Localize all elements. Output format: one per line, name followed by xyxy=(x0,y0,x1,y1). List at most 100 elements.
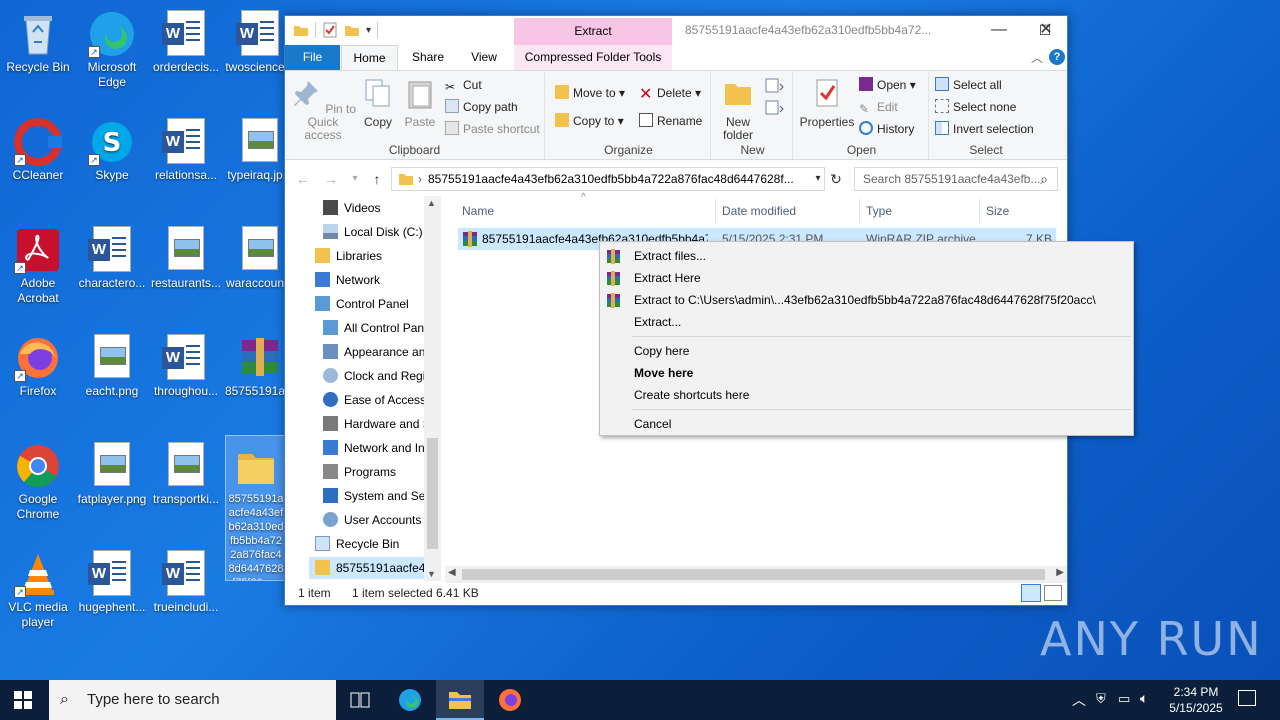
nav-item-control-panel[interactable]: Control Panel xyxy=(315,293,409,315)
nav-item-network-internet[interactable]: Network and Internet xyxy=(323,437,440,459)
column-header-date[interactable]: Date modified xyxy=(718,199,860,223)
network-icon[interactable]: ▭ xyxy=(1118,691,1130,707)
move-to-button[interactable]: Move to ▾ xyxy=(555,83,625,103)
nav-item-network[interactable]: Network xyxy=(315,269,380,291)
up-arrow-icon[interactable]: ↑ xyxy=(367,169,387,189)
forward-arrow-icon[interactable]: → xyxy=(321,169,341,189)
copy-button[interactable]: Copy xyxy=(359,77,397,129)
nav-item-appearance[interactable]: Appearance and Personalization xyxy=(323,341,440,363)
desktop-icon-acrobat[interactable]: ↗ Adobe Acrobat xyxy=(0,220,76,306)
nav-item-recycle-bin[interactable]: Recycle Bin xyxy=(315,533,399,555)
select-none-button[interactable]: Select none xyxy=(935,97,1016,117)
security-icon[interactable]: ⛨ xyxy=(1096,691,1106,707)
desktop-icon-folder-selected[interactable]: 85755191aacfe4a43efb62a310edfb5bb4a722a8… xyxy=(225,435,287,581)
search-input[interactable]: Search 85755191aacfe4a43efb... xyxy=(854,167,1058,191)
open-button[interactable]: Open ▾ xyxy=(859,75,916,95)
scrollbar-thumb[interactable] xyxy=(427,438,438,549)
nav-item-hardware-sound[interactable]: Hardware and Sound xyxy=(323,413,440,435)
tab-compressed-folder-tools[interactable]: Compressed Folder Tools xyxy=(514,45,672,70)
taskbar-edge-button[interactable] xyxy=(386,680,434,720)
menu-item-create-shortcuts[interactable]: Create shortcuts here xyxy=(600,384,1133,406)
column-header-type[interactable]: Type xyxy=(862,199,980,223)
taskbar-file-explorer-button[interactable] xyxy=(436,680,484,720)
desktop-icon-word-doc[interactable]: W relationsa... xyxy=(148,112,224,183)
paste-button[interactable]: Paste xyxy=(401,77,439,129)
nav-item-system-security[interactable]: System and Security xyxy=(323,485,440,507)
menu-item-extract-files[interactable]: Extract files... xyxy=(600,245,1133,267)
select-all-button[interactable]: Select all xyxy=(935,75,1002,95)
close-button[interactable]: ✕ xyxy=(1023,16,1069,45)
menu-item-copy-here[interactable]: Copy here xyxy=(600,340,1133,362)
menu-item-move-here[interactable]: Move here xyxy=(600,362,1133,384)
scroll-left-icon[interactable]: ◀ xyxy=(448,567,456,578)
new-folder-icon[interactable] xyxy=(344,22,360,38)
notifications-icon[interactable] xyxy=(1238,690,1256,706)
history-button[interactable]: History xyxy=(859,119,914,139)
desktop-icon-edge[interactable]: ↗ Microsoft Edge xyxy=(74,4,150,90)
tab-share[interactable]: Share xyxy=(401,45,455,70)
volume-icon[interactable]: 🔈︎ xyxy=(1140,690,1148,707)
nav-item-ease-of-access[interactable]: Ease of Access xyxy=(323,389,426,411)
nav-item-all-control-panel-items[interactable]: All Control Panel Items xyxy=(323,317,440,339)
column-header-size[interactable]: Size xyxy=(982,199,1058,223)
desktop-icon-skype[interactable]: S ↗ Skype xyxy=(74,112,150,183)
properties-icon[interactable] xyxy=(322,22,338,38)
desktop-icon-chrome[interactable]: Google Chrome xyxy=(0,436,76,522)
nav-item-clock-region[interactable]: Clock and Region xyxy=(323,365,439,387)
easy-access-icon[interactable] xyxy=(763,99,785,117)
back-arrow-icon[interactable]: ← xyxy=(293,169,313,189)
cut-button[interactable]: ✂ Cut xyxy=(445,75,482,95)
desktop-icon-image[interactable]: transportki... xyxy=(148,436,224,507)
tab-file[interactable]: File xyxy=(285,45,340,70)
help-icon[interactable]: ? xyxy=(1049,49,1065,65)
menu-item-cancel[interactable]: Cancel xyxy=(600,413,1133,435)
tab-view[interactable]: View xyxy=(457,45,511,70)
address-bar[interactable]: › 85755191aacfe4a43efb62a310edfb5bb4a722… xyxy=(391,167,825,191)
desktop-icon-word-doc[interactable]: W charactero... xyxy=(74,220,150,291)
chevron-down-icon[interactable]: ▾ xyxy=(366,25,371,36)
desktop-icon-word-doc[interactable]: W hugephent... xyxy=(74,544,150,615)
desktop-icon-word-doc[interactable]: W orderdecis... xyxy=(148,4,224,75)
rename-button[interactable]: Rename xyxy=(639,111,702,131)
taskbar-search-input[interactable]: Type here to search xyxy=(49,680,336,720)
desktop-icon-recycle-bin[interactable]: Recycle Bin xyxy=(0,4,76,75)
edit-button[interactable]: ✎ Edit xyxy=(859,97,898,117)
windows-start-icon[interactable] xyxy=(14,691,32,709)
nav-item-local-disk[interactable]: Local Disk (C:) xyxy=(323,221,423,243)
desktop-icon-ccleaner[interactable]: ↗ CCleaner xyxy=(0,112,76,183)
task-view-button[interactable] xyxy=(336,680,384,720)
new-item-icon[interactable] xyxy=(763,77,785,95)
desktop-icon-image[interactable]: eacht.png xyxy=(74,328,150,399)
desktop-icon-firefox[interactable]: ↗ Firefox xyxy=(0,328,76,399)
new-folder-button[interactable]: New folder xyxy=(715,77,761,142)
desktop-icon-vlc[interactable]: ↗ VLC media player xyxy=(0,544,76,630)
properties-button[interactable]: Properties xyxy=(799,77,855,129)
menu-item-extract-here[interactable]: Extract Here xyxy=(600,267,1133,289)
pin-to-quick-access-button[interactable]: Pin to Quick access xyxy=(289,77,357,142)
address-dropdown-icon[interactable]: ▾ xyxy=(808,169,828,189)
desktop-icon-word-doc[interactable]: W trueincludi... xyxy=(148,544,224,615)
nav-item-videos[interactable]: Videos xyxy=(323,197,380,219)
scroll-down-icon[interactable]: ▼ xyxy=(427,569,436,579)
tab-home[interactable]: Home xyxy=(341,45,398,70)
scroll-right-icon[interactable]: ▶ xyxy=(1056,567,1064,578)
nav-item-current-folder[interactable]: 85755191aacfe4a43efb62a310edfb5bb4a722a8… xyxy=(309,557,439,579)
invert-selection-button[interactable]: Invert selection xyxy=(935,119,1034,139)
column-header-name[interactable]: Name xyxy=(458,199,716,223)
nav-item-programs[interactable]: Programs xyxy=(323,461,396,483)
nav-item-libraries[interactable]: Libraries xyxy=(315,245,382,267)
desktop-icon-image[interactable]: restaurants... xyxy=(148,220,224,291)
scroll-up-icon[interactable]: ▲ xyxy=(427,198,436,208)
menu-item-extract-to[interactable]: Extract to C:\Users\admin\...43efb62a310… xyxy=(600,289,1133,311)
collapse-ribbon-icon[interactable]: ︿ xyxy=(1031,49,1043,66)
details-view-icon[interactable] xyxy=(1021,584,1041,602)
desktop-icon-word-doc[interactable]: W throughou... xyxy=(148,328,224,399)
copy-path-button[interactable]: Copy path xyxy=(445,97,518,117)
taskbar-firefox-button[interactable] xyxy=(486,680,534,720)
large-icons-view-icon[interactable] xyxy=(1044,585,1062,601)
desktop-icon-image[interactable]: fatplayer.png xyxy=(74,436,150,507)
chevron-up-icon[interactable]: ︿ xyxy=(1072,690,1086,710)
minimize-button[interactable]: — xyxy=(976,16,1022,45)
scrollbar-thumb[interactable] xyxy=(462,569,1045,580)
recent-locations-chevron-icon[interactable]: ▾ xyxy=(345,169,365,189)
